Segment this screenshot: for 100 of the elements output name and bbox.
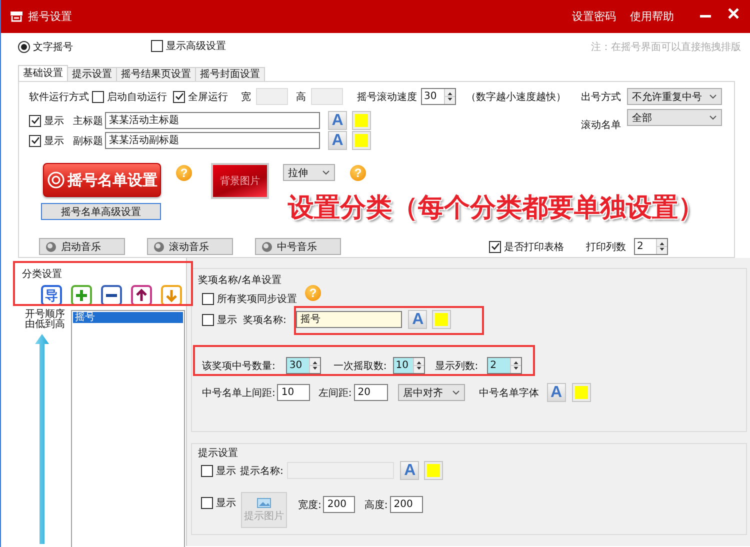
checkbox[interactable]: [202, 314, 214, 326]
spin-arrows-icon[interactable]: [444, 89, 455, 104]
header-link[interactable]: 设置密码: [572, 9, 616, 24]
checkbox[interactable]: [202, 292, 214, 304]
checkbox-label: 启动自动运行: [107, 90, 167, 104]
tab[interactable]: 摇号封面设置: [195, 67, 265, 81]
annotation-caption: 设置分类（每个分类都要单独设置）: [288, 192, 704, 225]
music-button[interactable]: 滚动音乐: [147, 238, 233, 255]
minimize-icon[interactable]: [700, 15, 711, 18]
header-link[interactable]: 使用帮助: [630, 9, 674, 24]
checkbox[interactable]: [92, 90, 104, 102]
dropdown[interactable]: 不允许重复中号: [627, 88, 722, 105]
font-button[interactable]: A: [408, 310, 428, 329]
text-field[interactable]: 200: [323, 496, 356, 513]
color-swatch[interactable]: [572, 383, 591, 402]
font-button[interactable]: A: [546, 383, 566, 402]
tab[interactable]: 摇号结果页设置: [116, 67, 196, 81]
spin-arrows-icon[interactable]: [656, 239, 667, 254]
font-button[interactable]: A: [328, 111, 347, 130]
move-down-icon[interactable]: [161, 285, 182, 306]
field-label: 主标题: [73, 114, 101, 128]
section-title: 提示设置: [198, 448, 238, 459]
text-field[interactable]: [311, 88, 343, 105]
caret-icon: [709, 94, 717, 99]
checkbox-label: 显示: [44, 114, 64, 128]
import-button[interactable]: 导: [41, 285, 62, 306]
field-label: （数字越小速度越快）: [466, 90, 566, 104]
advanced-list-button[interactable]: 摇号名单高级设置: [41, 203, 161, 220]
checkbox[interactable]: [173, 90, 185, 102]
order-label: 由低到高: [25, 320, 66, 330]
spin-arrows-icon[interactable]: [309, 358, 320, 373]
text-field[interactable]: 摇号: [296, 311, 402, 328]
text-field[interactable]: 某某活动主标题: [105, 112, 320, 129]
app-icon: [10, 11, 23, 22]
remove-icon[interactable]: [101, 285, 122, 306]
checkbox[interactable]: [201, 464, 213, 476]
text-field[interactable]: 200: [390, 496, 423, 513]
background-image-button[interactable]: 背景图片: [211, 163, 269, 199]
spin-arrows-icon[interactable]: [412, 358, 424, 373]
spin-box[interactable]: 2: [487, 357, 522, 374]
radio-label: 文字摇号: [33, 40, 73, 54]
checkbox[interactable]: [489, 240, 501, 252]
radio-button[interactable]: [18, 41, 30, 53]
music-button[interactable]: 中号音乐: [255, 238, 341, 255]
checkbox[interactable]: [151, 40, 163, 52]
checkbox-label: 显示: [44, 134, 64, 148]
spin-box[interactable]: 2: [634, 238, 668, 255]
color-swatch[interactable]: [352, 111, 371, 130]
field-label: 中号名单字体: [478, 386, 539, 400]
list-settings-button[interactable]: 摇号名单设置: [43, 163, 161, 197]
text-field[interactable]: 10: [277, 384, 310, 401]
color-swatch[interactable]: [424, 461, 444, 480]
checkbox-label: 是否打印表格: [504, 240, 564, 254]
speaker-icon: [261, 240, 273, 252]
list-item[interactable]: 摇号: [73, 312, 183, 323]
caret-icon: [452, 390, 460, 395]
add-icon[interactable]: [71, 285, 92, 306]
music-button[interactable]: 启动音乐: [39, 238, 125, 255]
field-label: 中号名单上间距:: [202, 386, 276, 400]
field-label: 宽度:: [298, 498, 322, 512]
hint-note: 注：在摇号界面可以直接拖拽排版: [591, 40, 741, 54]
tab[interactable]: 基础设置: [18, 65, 68, 81]
field-label: 出号方式: [581, 90, 621, 104]
field-label: 奖项名称:: [243, 314, 286, 326]
text-field[interactable]: 20: [354, 384, 388, 401]
field-label: 高度:: [364, 498, 388, 512]
spin-box[interactable]: 10: [392, 357, 425, 374]
field-label: 打印列数: [586, 240, 626, 254]
dropdown[interactable]: 居中对齐: [398, 384, 465, 401]
color-swatch[interactable]: [432, 310, 452, 329]
field-label: 摇号滚动速度: [357, 90, 417, 104]
spin-box[interactable]: 30: [286, 357, 322, 374]
field-label: 提示名称:: [240, 464, 284, 478]
checkbox-label: 显示: [216, 464, 236, 478]
font-button[interactable]: A: [328, 131, 347, 150]
checkbox-label: 显示: [217, 314, 237, 326]
text-field[interactable]: [256, 88, 288, 105]
field-label: 滚动名单: [581, 118, 621, 132]
up-arrow-icon: [35, 334, 49, 544]
checkbox-label: 全屏运行: [188, 90, 228, 104]
checkbox[interactable]: [29, 114, 41, 126]
text-field[interactable]: 某某活动副标题: [105, 132, 320, 149]
checkbox[interactable]: [29, 134, 41, 146]
color-swatch[interactable]: [352, 131, 371, 150]
font-button[interactable]: A: [400, 461, 420, 480]
dropdown[interactable]: 拉伸: [283, 164, 335, 181]
speaker-icon: [45, 240, 57, 252]
spin-box[interactable]: 30: [421, 88, 456, 105]
field-label: 左间距:: [318, 386, 352, 400]
caret-icon: [322, 170, 330, 175]
move-up-icon[interactable]: [131, 285, 152, 306]
close-icon[interactable]: [728, 8, 739, 19]
section-title: 奖项名称/名单设置: [198, 275, 282, 286]
field-label: 宽: [241, 90, 251, 104]
dropdown[interactable]: 全部: [627, 109, 722, 126]
spin-arrows-icon[interactable]: [510, 358, 522, 373]
picture-icon: [257, 498, 271, 508]
emblem-icon: [46, 171, 64, 189]
checkbox[interactable]: [201, 497, 213, 509]
tab[interactable]: 提示设置: [67, 67, 117, 81]
